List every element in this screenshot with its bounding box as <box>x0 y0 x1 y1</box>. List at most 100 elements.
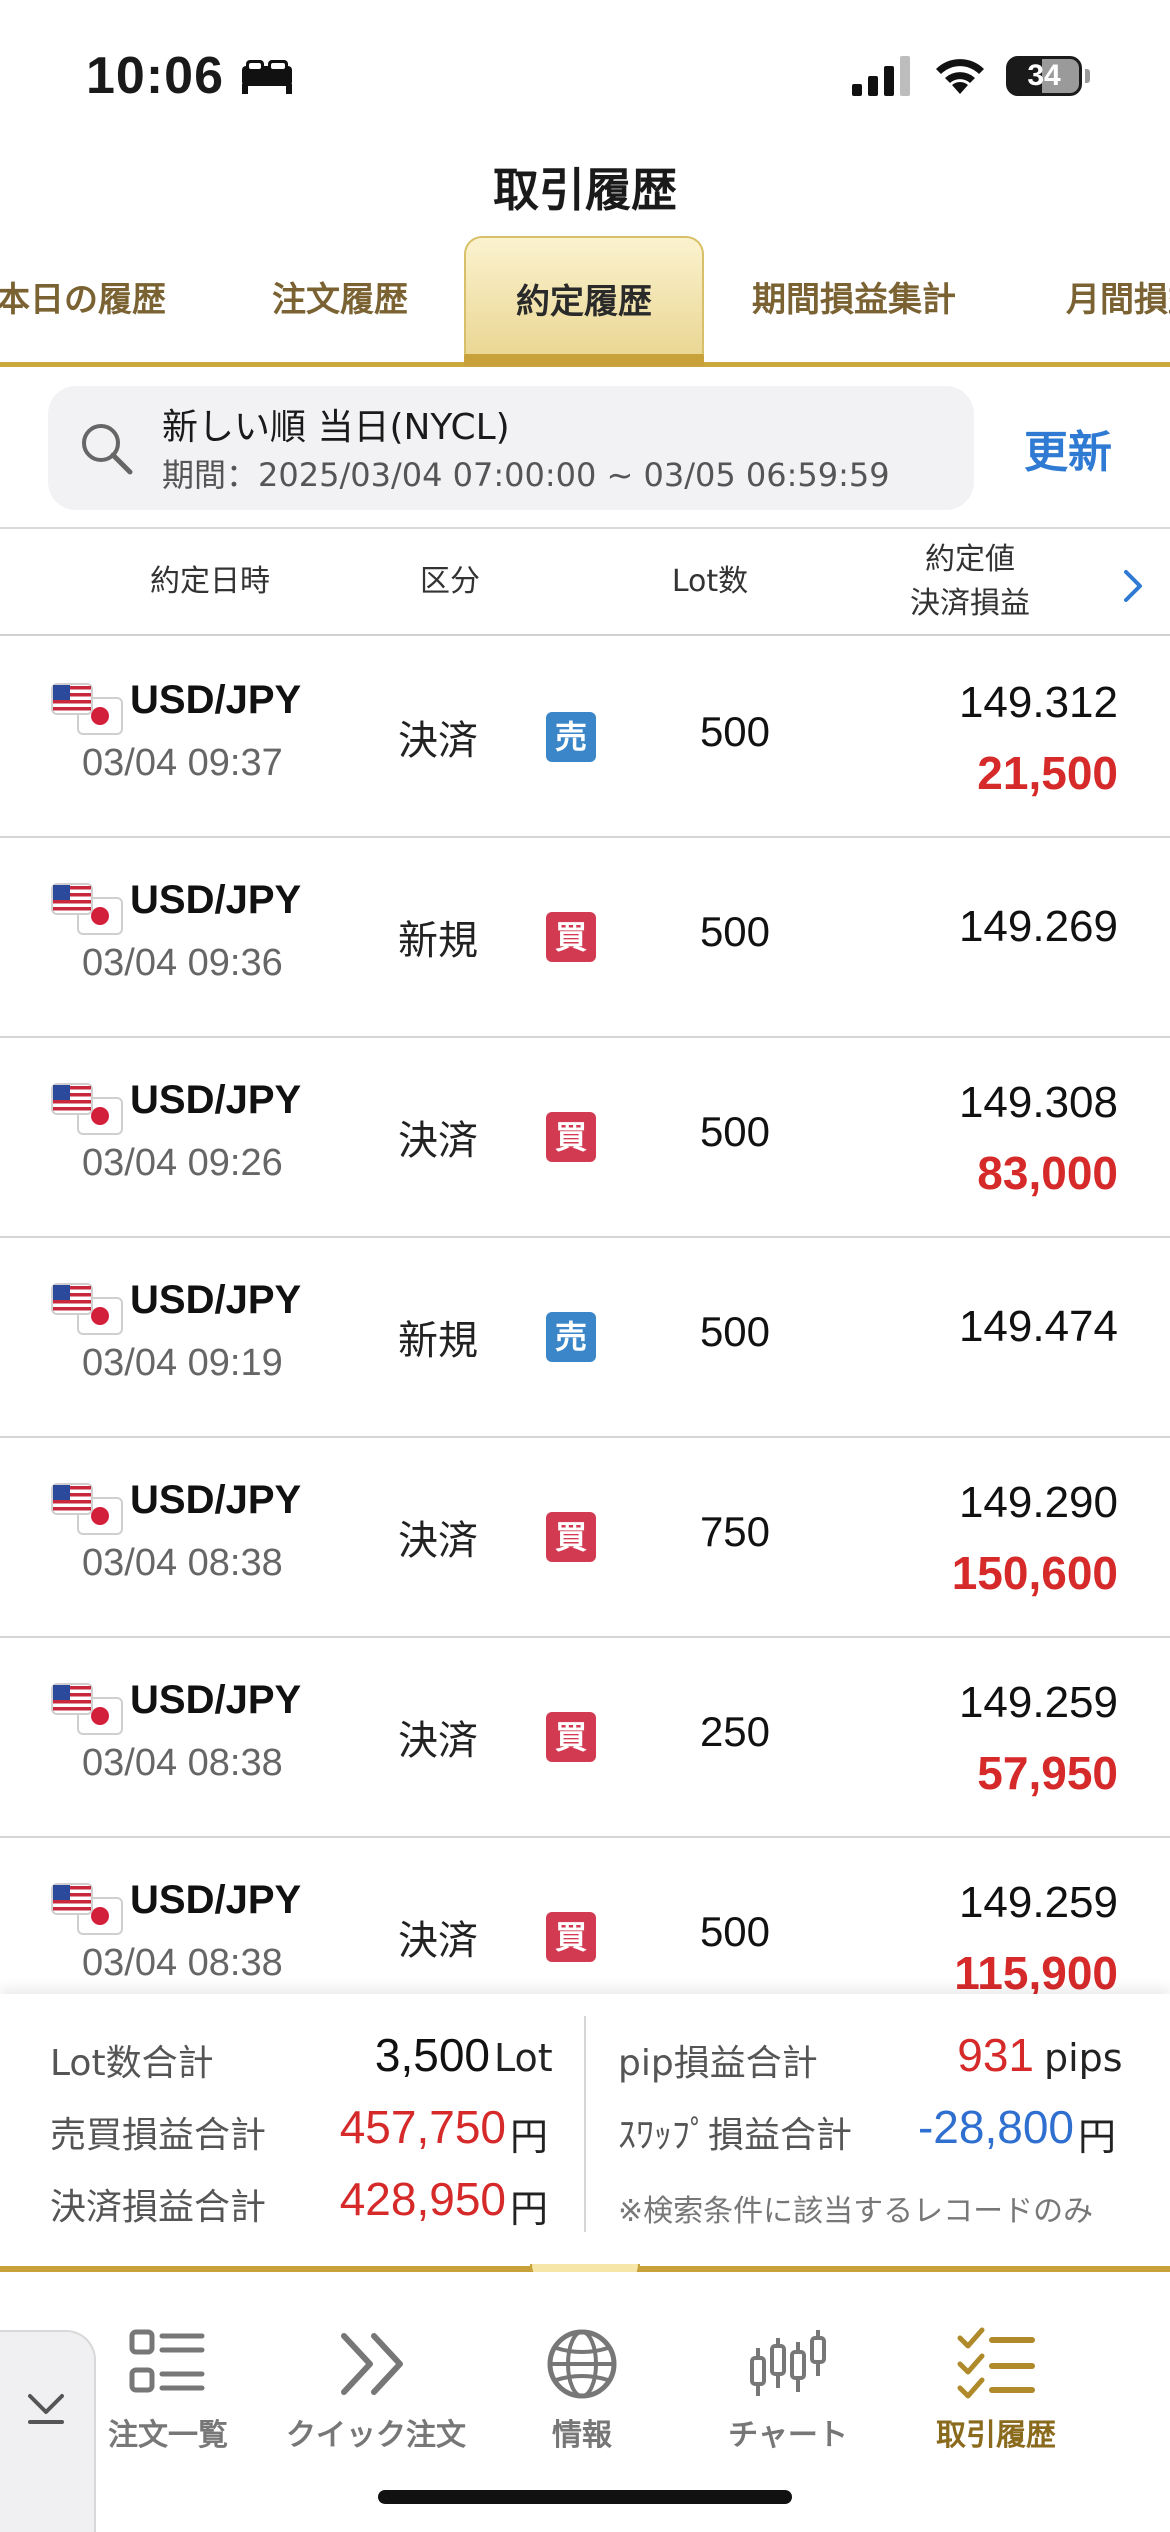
battery-icon: 34 <box>1006 56 1090 96</box>
tab-order-history[interactable]: 注文履歴 <box>272 236 408 364</box>
settle-pnl-unit: 円 <box>510 2187 549 2231</box>
table-row[interactable]: USD/JPY 03/04 09:26 決済 買 500 149.308 83,… <box>0 1038 1170 1238</box>
tab-monthly-pnl[interactable]: 月間損益 <box>1066 236 1170 364</box>
lot-count: 250 <box>699 1708 771 1755</box>
lot-count: 500 <box>699 708 771 755</box>
lot-count: 750 <box>699 1508 771 1555</box>
settle-pnl: 115,900 <box>954 1947 1118 1999</box>
execution-datetime: 03/04 08:38 <box>82 1542 283 1584</box>
sleep-focus-icon <box>242 60 292 94</box>
refresh-button[interactable]: 更新 <box>1024 416 1112 480</box>
pip-total-unit: pips <box>1044 2036 1123 2080</box>
table-row[interactable]: USD/JPY 03/04 09:36 新規 買 500 149.269 <box>0 838 1170 1038</box>
tab-today-history[interactable]: 本日の履歴 <box>0 236 166 364</box>
usd-jpy-flag-icon <box>51 1883 123 1935</box>
currency-pair: USD/JPY <box>130 878 302 922</box>
active-tab-indicator <box>464 354 704 366</box>
search-sort-range: 新しい順 当日(NYCL) <box>162 407 510 448</box>
trade-kind: 決済 <box>398 1718 478 1764</box>
currency-pair: USD/JPY <box>130 1078 302 1122</box>
execution-datetime: 03/04 09:37 <box>82 742 283 784</box>
trade-kind: 新規 <box>398 1318 478 1364</box>
double-chevron-icon <box>341 2333 403 2395</box>
trade-kind: 決済 <box>398 1118 478 1164</box>
trade-pnl-value: 457,750 <box>339 2101 506 2153</box>
currency-pair: USD/JPY <box>130 1478 302 1522</box>
side-badge-sell: 売 <box>546 712 596 762</box>
trade-pnl-unit: 円 <box>510 2115 549 2159</box>
currency-pair: USD/JPY <box>130 1278 302 1322</box>
tab-execution-history[interactable]: 約定履歴 <box>464 236 704 364</box>
trade-kind: 決済 <box>398 718 478 764</box>
search-conditions[interactable]: 新しい順 当日(NYCL) 期間：2025/03/04 07:00:00 ~ 0… <box>48 386 974 510</box>
nav-label: 取引履歴 <box>936 2418 1056 2453</box>
summary-panel: Lot数合計 3,500 Lot 売買損益合計 457,750 円 決済損益合計… <box>0 1994 1170 2270</box>
tab-period-pnl[interactable]: 期間損益集計 <box>752 236 956 364</box>
execution-price: 149.259 <box>958 1878 1118 1927</box>
side-badge-sell: 売 <box>546 1312 596 1362</box>
side-badge-buy: 買 <box>546 912 596 962</box>
side-badge-buy: 買 <box>546 1512 596 1562</box>
trade-kind: 新規 <box>398 918 478 964</box>
settle-pnl: 83,000 <box>977 1147 1118 1199</box>
battery-level: 34 <box>1027 59 1061 92</box>
header-datetime: 約定日時 <box>150 564 270 599</box>
side-badge-buy: 買 <box>546 1912 596 1962</box>
execution-datetime: 03/04 09:19 <box>82 1342 283 1384</box>
pip-total-value: 931 <box>957 2029 1034 2081</box>
nav-label: クイック注文 <box>286 2418 466 2453</box>
side-badge-buy: 買 <box>546 1712 596 1762</box>
header-lot: Lot数 <box>671 564 749 599</box>
lot-count: 500 <box>699 1108 771 1155</box>
settle-pnl-label: 決済損益合計 <box>50 2187 267 2228</box>
header-settle-pnl: 決済損益 <box>910 586 1030 621</box>
usd-jpy-flag-icon <box>51 883 123 935</box>
wifi-icon <box>936 59 984 94</box>
nav-chart[interactable]: チャート <box>688 2326 888 2476</box>
lot-total-unit: Lot <box>494 2036 553 2080</box>
table-row[interactable]: USD/JPY 03/04 08:38 決済 買 750 149.290 150… <box>0 1438 1170 1638</box>
summary-divider <box>584 2016 586 2232</box>
nav-quick-order[interactable]: クイック注文 <box>276 2326 476 2476</box>
settle-pnl: 57,950 <box>977 1747 1118 1799</box>
nav-info[interactable]: 情報 <box>482 2326 682 2476</box>
checklist-icon <box>957 2327 1035 2399</box>
currency-pair: USD/JPY <box>130 1678 302 1722</box>
search-period: 期間：2025/03/04 07:00:00 ~ 03/05 06:59:59 <box>162 456 890 494</box>
pip-total-label: pip損益合計 <box>618 2043 818 2084</box>
lot-count: 500 <box>699 1908 771 1955</box>
status-time: 10:06 <box>86 47 224 105</box>
nav-label: チャート <box>728 2418 848 2453</box>
execution-datetime: 03/04 08:38 <box>82 1742 283 1784</box>
list-icon <box>129 2329 205 2393</box>
execution-datetime: 03/04 08:38 <box>82 1942 283 1984</box>
table-row[interactable]: USD/JPY 03/04 09:37 決済 売 500 149.312 21,… <box>0 638 1170 838</box>
swap-total-value: -28,800 <box>917 2101 1074 2153</box>
search-icon <box>82 424 133 475</box>
usd-jpy-flag-icon <box>51 1283 123 1335</box>
execution-price: 149.259 <box>958 1678 1118 1727</box>
table-row[interactable]: USD/JPY 03/04 08:38 決済 買 250 149.259 57,… <box>0 1638 1170 1838</box>
header-price: 約定値 <box>925 542 1015 577</box>
execution-datetime: 03/04 09:36 <box>82 942 283 984</box>
nav-order-list[interactable]: 注文一覧 <box>68 2326 268 2476</box>
currency-pair: USD/JPY <box>130 678 302 722</box>
usd-jpy-flag-icon <box>51 1483 123 1535</box>
execution-price: 149.308 <box>958 1078 1118 1127</box>
trade-pnl-label: 売買損益合計 <box>50 2115 267 2156</box>
usd-jpy-flag-icon <box>51 1083 123 1135</box>
chevron-right-icon[interactable] <box>1118 566 1148 606</box>
table-row[interactable]: USD/JPY 03/04 09:19 新規 売 500 149.474 <box>0 1238 1170 1438</box>
lot-count: 500 <box>699 1308 771 1355</box>
swap-total-unit: 円 <box>1078 2115 1117 2159</box>
usd-jpy-flag-icon <box>51 1683 123 1735</box>
trade-kind: 決済 <box>398 1918 478 1964</box>
execution-price: 149.474 <box>958 1302 1118 1351</box>
lot-total-label: Lot数合計 <box>50 2043 214 2084</box>
divider <box>0 527 1170 529</box>
nav-trade-history[interactable]: 取引履歴 <box>896 2326 1096 2476</box>
header-kind: 区分 <box>420 564 480 599</box>
summary-note: ※検索条件に該当するレコードのみ <box>618 2194 1094 2229</box>
candlestick-icon <box>750 2330 826 2396</box>
table-header: 約定日時 区分 Lot数 約定値 決済損益 <box>0 530 1170 636</box>
